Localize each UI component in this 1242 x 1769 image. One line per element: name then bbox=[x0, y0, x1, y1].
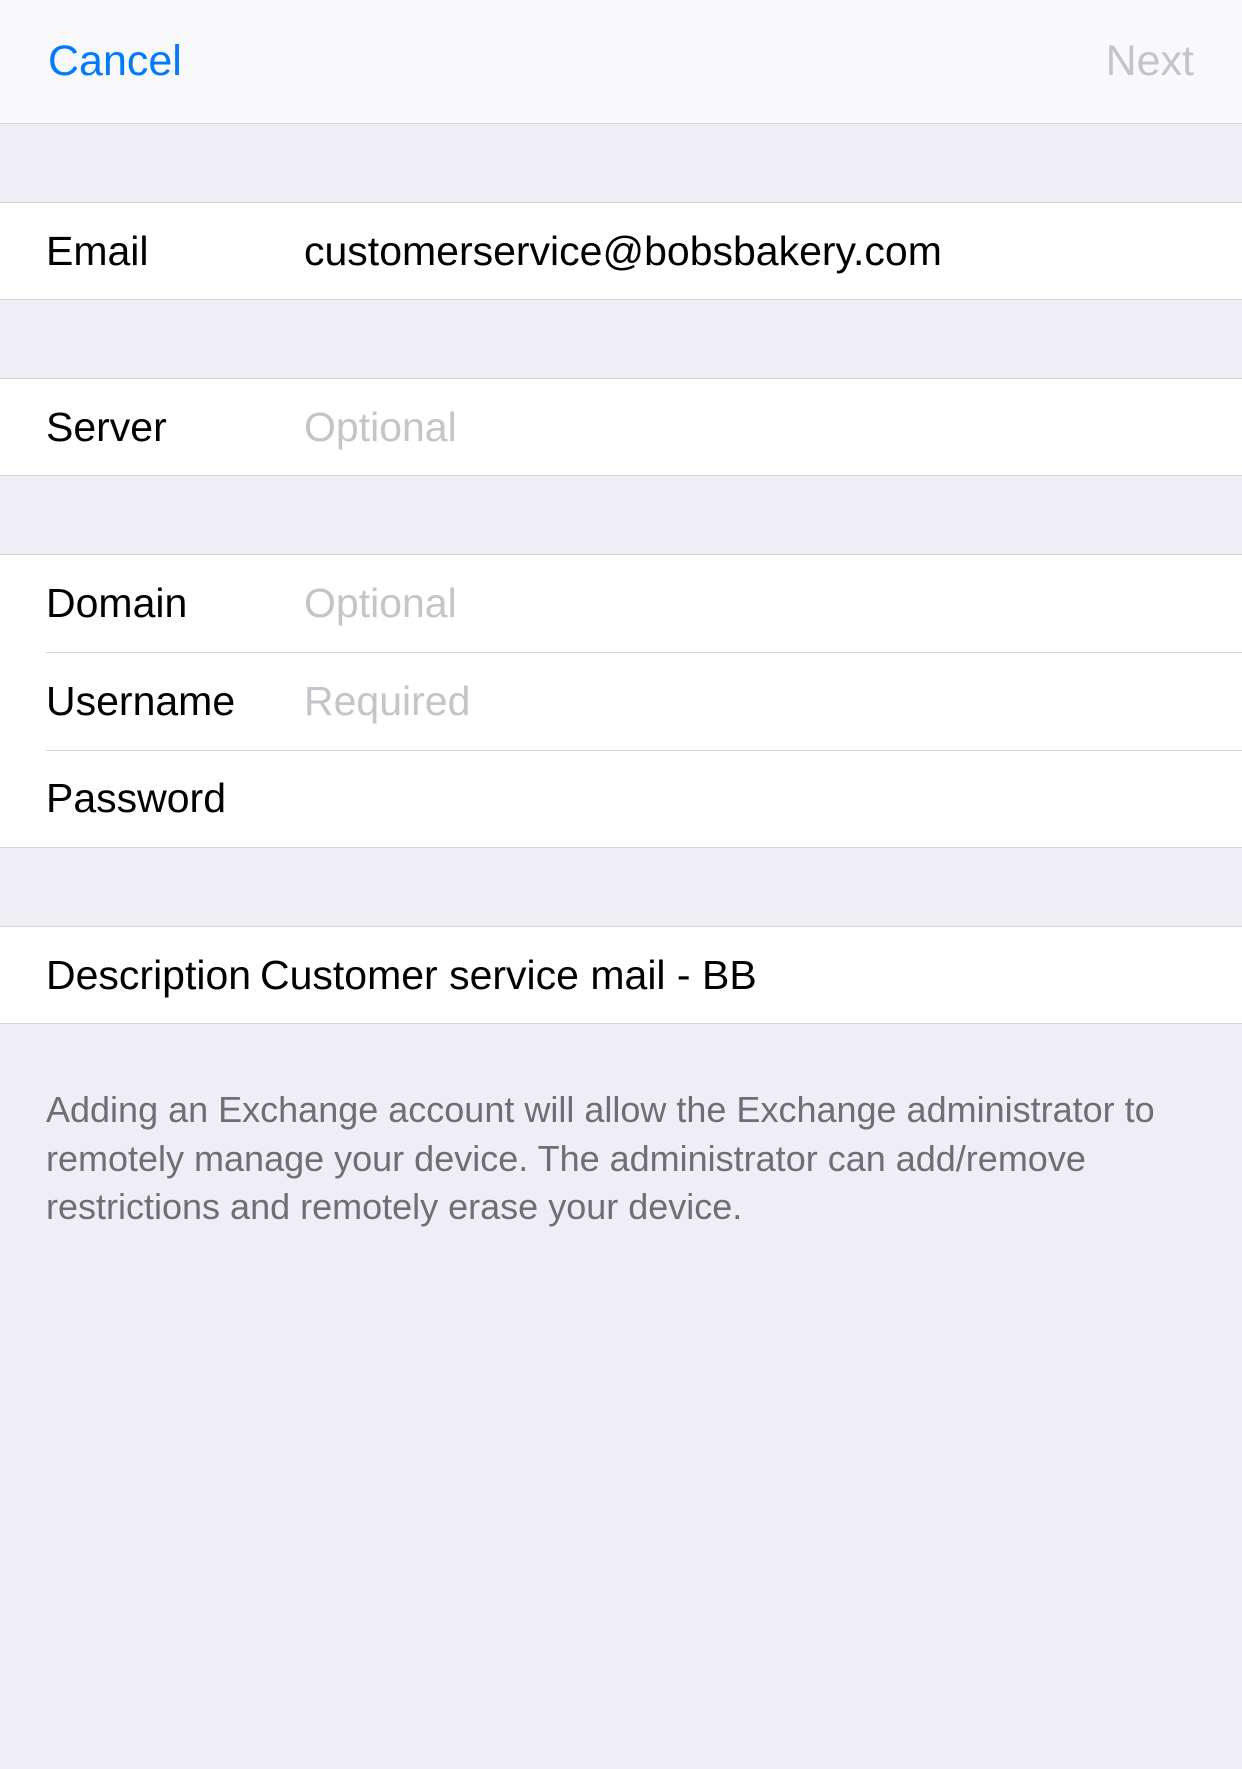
email-label: Email bbox=[46, 228, 304, 275]
footer-warning: Adding an Exchange account will allow th… bbox=[0, 1024, 1242, 1294]
domain-row: Domain bbox=[0, 554, 1242, 652]
section-gap bbox=[0, 124, 1242, 202]
credentials-group: Domain Username Password bbox=[0, 554, 1242, 848]
password-label: Password bbox=[46, 775, 304, 822]
username-label: Username bbox=[46, 678, 304, 725]
server-label: Server bbox=[46, 404, 304, 451]
modal-header: Cancel Next bbox=[0, 0, 1242, 124]
password-row: Password bbox=[0, 750, 1242, 848]
server-row: Server bbox=[0, 378, 1242, 476]
description-field[interactable] bbox=[260, 952, 1196, 999]
email-field[interactable] bbox=[304, 228, 1196, 275]
domain-label: Domain bbox=[46, 580, 304, 627]
description-row: Description bbox=[0, 926, 1242, 1024]
next-button[interactable]: Next bbox=[1106, 37, 1194, 86]
section-gap bbox=[0, 848, 1242, 926]
username-field[interactable] bbox=[304, 678, 1196, 725]
username-row: Username bbox=[0, 652, 1242, 750]
password-field[interactable] bbox=[304, 775, 1196, 822]
cancel-button[interactable]: Cancel bbox=[48, 37, 182, 86]
section-gap bbox=[0, 476, 1242, 554]
description-label: Description bbox=[46, 952, 260, 999]
domain-field[interactable] bbox=[304, 580, 1196, 627]
server-field[interactable] bbox=[304, 404, 1196, 451]
email-row: Email bbox=[0, 202, 1242, 300]
section-gap bbox=[0, 300, 1242, 378]
